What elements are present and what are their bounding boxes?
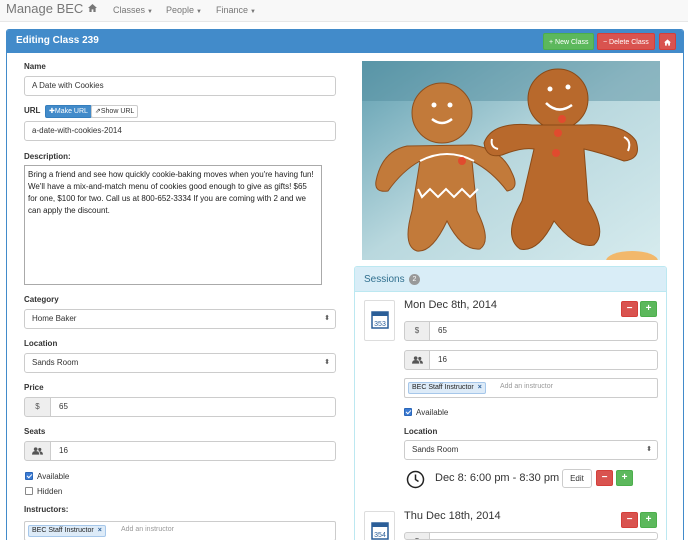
nav-people-label: People [166, 5, 195, 15]
sessions-count-badge: 2 [409, 274, 420, 285]
calendar-number: 353 [374, 321, 386, 328]
description-label: Description: [24, 152, 71, 161]
class-photo [362, 61, 660, 260]
remove-time-button[interactable]: − [596, 470, 613, 486]
calendar-icon: 353 [364, 300, 395, 341]
remove-tag-icon[interactable]: × [478, 384, 482, 391]
instructor-placeholder: Add an instructor [121, 526, 174, 533]
remove-session-button[interactable]: − [621, 301, 638, 317]
add-session-button[interactable]: + [640, 301, 657, 317]
dollar-addon: $ [404, 532, 430, 540]
page-title: Editing Class 239 [16, 35, 99, 46]
caret-down-icon: ▼ [147, 9, 153, 15]
session-available-label: Available [416, 408, 449, 417]
category-label: Category [24, 295, 59, 304]
select-arrows-icon: ⬍ [646, 446, 652, 453]
session-location-select[interactable]: Sands Room ⬍ [404, 440, 658, 460]
remove-tag-icon[interactable]: × [98, 527, 102, 534]
location-label: Location [24, 339, 58, 348]
calendar-number: 354 [374, 532, 386, 539]
available-label: Available [37, 472, 70, 481]
instructor-tag: BEC Staff Instructor × [28, 525, 106, 537]
edit-time-button[interactable]: Edit [562, 469, 592, 488]
nav-classes-label: Classes [113, 5, 146, 15]
caret-down-icon: ▼ [196, 9, 202, 15]
session-location-value: Sands Room [412, 445, 459, 454]
session-instructors-input[interactable]: BEC Staff Instructor × Add an instructor [404, 378, 658, 398]
sessions-title: Sessions [364, 274, 405, 285]
instructor-tag: BEC Staff Instructor × [408, 382, 486, 394]
session-location-label: Location [404, 427, 438, 436]
add-time-button[interactable]: + [616, 470, 633, 486]
dollar-addon: $ [24, 397, 51, 417]
users-addon [404, 350, 430, 370]
add-session-button[interactable]: + [640, 512, 657, 528]
seats-label: Seats [24, 427, 46, 436]
delete-class-button[interactable]: − Delete Class [597, 33, 655, 50]
session-date: Mon Dec 8th, 2014 [404, 299, 497, 311]
category-value: Home Baker [32, 314, 77, 323]
nav-finance-dropdown[interactable]: Finance ▼ [216, 5, 256, 15]
session-price-field[interactable]: 65 [430, 321, 658, 341]
hidden-label: Hidden [37, 487, 63, 496]
session-seats-field[interactable]: 16 [430, 350, 658, 370]
select-arrows-icon: ⬍ [324, 315, 330, 322]
price-label: Price [24, 383, 44, 392]
name-field[interactable]: A Date with Cookies [24, 76, 336, 96]
brand-link[interactable]: Manage BEC [6, 1, 83, 16]
available-checkbox[interactable] [25, 472, 33, 480]
location-select[interactable]: Sands Room ⬍ [24, 353, 336, 373]
category-select[interactable]: Home Baker ⬍ [24, 309, 336, 329]
home-button[interactable] [659, 33, 676, 50]
remove-session-button[interactable]: − [621, 512, 638, 528]
session-date: Thu Dec 18th, 2014 [404, 510, 501, 522]
users-icon [32, 447, 43, 455]
clock-icon [406, 470, 425, 489]
make-url-button[interactable]: ✚Make URL [45, 105, 92, 118]
hidden-checkbox[interactable] [25, 487, 33, 495]
session-price-field[interactable] [430, 532, 658, 540]
top-navbar: Manage BEC Classes ▼ People ▼ Finance ▼ [0, 0, 688, 22]
show-url-button[interactable]: ⇗Show URL [91, 105, 139, 118]
select-arrows-icon: ⬍ [324, 359, 330, 366]
nav-classes-dropdown[interactable]: Classes ▼ [113, 5, 153, 15]
home-icon [664, 39, 671, 46]
dollar-addon: $ [404, 321, 430, 341]
price-field[interactable]: 65 [51, 397, 336, 417]
instructor-tag-label: BEC Staff Instructor [412, 384, 474, 391]
location-value: Sands Room [32, 358, 79, 367]
instructors-input[interactable]: BEC Staff Instructor × Add an instructor [24, 521, 336, 540]
session-available-checkbox[interactable] [404, 408, 412, 416]
session-time: Dec 8: 6:00 pm - 8:30 pm [435, 472, 560, 484]
sessions-heading: Sessions 2 [355, 267, 666, 292]
url-field[interactable]: a-date-with-cookies-2014 [24, 121, 336, 141]
calendar-icon: 354 [364, 511, 395, 540]
caret-down-icon: ▼ [250, 9, 256, 15]
nav-people-dropdown[interactable]: People ▼ [166, 5, 202, 15]
nav-finance-label: Finance [216, 5, 249, 15]
users-addon [24, 441, 51, 461]
panel-heading: Editing Class 239 + New Class − Delete C… [7, 30, 683, 53]
new-class-button[interactable]: + New Class [543, 33, 595, 50]
seats-field[interactable]: 16 [51, 441, 336, 461]
instructor-tag-label: BEC Staff Instructor [32, 527, 94, 534]
url-label: URL [24, 106, 41, 115]
description-textarea[interactable]: Bring a friend and see how quickly cooki… [24, 165, 322, 285]
name-label: Name [24, 62, 46, 71]
home-icon[interactable] [88, 4, 97, 14]
users-icon [411, 356, 423, 364]
instructor-placeholder: Add an instructor [500, 383, 553, 390]
instructors-label: Instructors: [24, 505, 69, 514]
